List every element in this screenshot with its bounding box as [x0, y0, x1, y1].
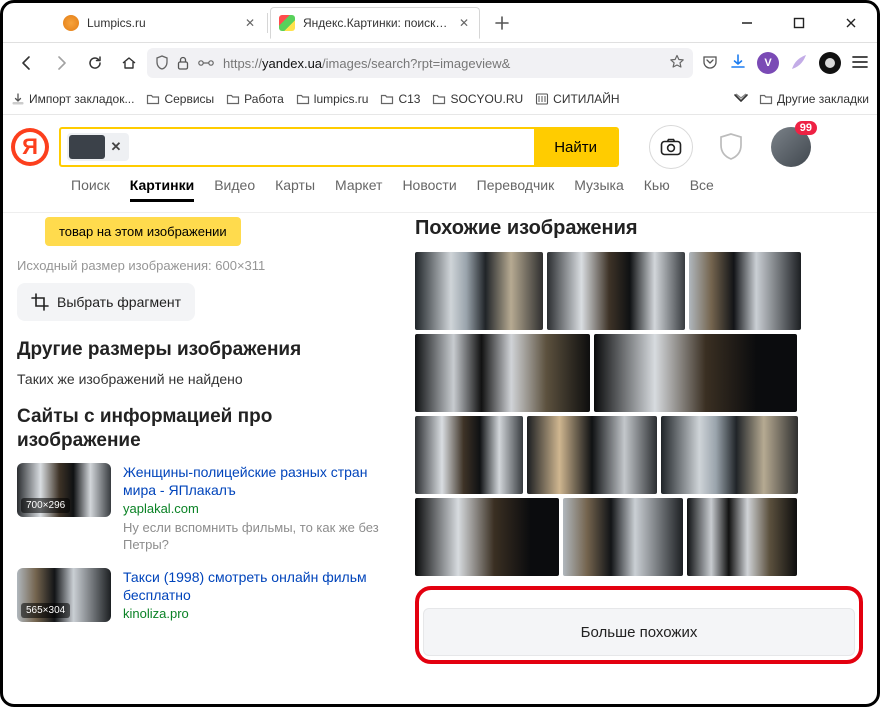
similar-image[interactable]	[594, 334, 797, 412]
bookmarks-other-folder[interactable]: Другие закладки	[759, 92, 869, 106]
window-close-button[interactable]	[837, 9, 865, 37]
window-minimize-button[interactable]	[733, 9, 761, 37]
product-chip[interactable]: товар на этом изображении	[45, 217, 241, 246]
site-thumb: 565×304	[17, 568, 111, 622]
browser-tab[interactable]: Lumpics.ru ✕	[55, 7, 265, 39]
nav-reload-button[interactable]	[79, 47, 111, 79]
similar-image[interactable]	[415, 334, 590, 412]
browser-urlbar: https://yandex.ua/images/search?rpt=imag…	[3, 43, 877, 83]
service-tab[interactable]: Видео	[214, 177, 255, 202]
search-by-image-icon[interactable]	[649, 125, 693, 169]
address-bar[interactable]: https://yandex.ua/images/search?rpt=imag…	[147, 48, 693, 78]
bookmark-folder[interactable]: C13	[380, 92, 420, 106]
bookmark-folder[interactable]: Работа	[226, 92, 284, 106]
search-thumb-image	[69, 135, 105, 159]
tab-favicon	[63, 15, 79, 31]
shield-icon	[155, 55, 169, 71]
site-title[interactable]: Женщины-полицейские разных стран мира - …	[123, 463, 397, 499]
hamburger-icon[interactable]	[851, 53, 869, 74]
thumb-size-label: 565×304	[21, 603, 70, 618]
site-title[interactable]: Такси (1998) смотреть онлайн фильм беспл…	[123, 568, 397, 604]
bookmarks-bar: Импорт закладок... Сервисы Работа lumpic…	[3, 83, 877, 115]
crop-icon	[31, 293, 49, 311]
window-maximize-button[interactable]	[785, 9, 813, 37]
tab-favicon	[279, 15, 295, 31]
shield-outline-icon[interactable]	[713, 129, 749, 165]
site-result[interactable]: 565×304 Такси (1998) смотреть онлайн фил…	[17, 568, 397, 622]
service-tab[interactable]: Кью	[644, 177, 670, 202]
yandex-services-tabs: Поиск Картинки Видео Карты Маркет Новост…	[3, 173, 877, 213]
bookmark-folder[interactable]: Сервисы	[146, 92, 214, 106]
bookmark-folder[interactable]: lumpics.ru	[296, 92, 369, 106]
nav-back-button[interactable]	[11, 47, 43, 79]
url-protocol: https://	[223, 56, 262, 71]
service-tab[interactable]: Маркет	[335, 177, 382, 202]
search-image-chip[interactable]: ✕	[61, 129, 129, 165]
site-desc: Ну если вспомнить фильмы, то как же без …	[123, 519, 397, 554]
notif-badge: 99	[795, 121, 817, 135]
similar-image[interactable]	[687, 498, 797, 576]
yandex-searchbox: ✕ Найти	[59, 127, 619, 167]
ext-v-icon[interactable]: V	[757, 52, 779, 74]
nav-forward-button[interactable]	[45, 47, 77, 79]
site-thumb: 700×296	[17, 463, 111, 517]
service-tab[interactable]: Музыка	[574, 177, 624, 202]
thumb-size-label: 700×296	[21, 498, 70, 513]
site-domain: kinoliza.pro	[123, 606, 397, 621]
search-input[interactable]	[129, 129, 534, 165]
more-similar-highlight: Больше похожих	[415, 586, 863, 664]
tracking-icon	[197, 57, 215, 69]
bookmark-item[interactable]: СИТИЛАЙН	[535, 92, 619, 106]
bookmarks-import[interactable]: Импорт закладок...	[11, 92, 134, 106]
similar-image[interactable]	[563, 498, 683, 576]
similar-image[interactable]	[415, 416, 523, 494]
bookmark-folder[interactable]: SOCYOU.RU	[432, 92, 523, 106]
sites-heading: Сайты с информацией про изображение	[17, 405, 397, 453]
service-tab[interactable]: Поиск	[71, 177, 110, 202]
more-similar-button[interactable]: Больше похожих	[423, 608, 855, 656]
other-sizes-text: Таких же изображений не найдено	[17, 371, 397, 387]
nav-home-button[interactable]	[113, 47, 145, 79]
service-tab[interactable]: Новости	[402, 177, 456, 202]
pocket-icon[interactable]	[701, 53, 719, 74]
tab-label: Lumpics.ru	[87, 16, 235, 30]
chip-remove-icon[interactable]: ✕	[105, 136, 127, 158]
other-sizes-heading: Другие размеры изображения	[17, 339, 397, 361]
yandex-header: Я ✕ Найти 99	[3, 115, 877, 173]
browser-tab-active[interactable]: Яндекс.Картинки: поиск по из ✕	[270, 7, 480, 39]
similar-image[interactable]	[689, 252, 801, 330]
similar-image[interactable]	[415, 498, 559, 576]
new-tab-button[interactable]	[488, 9, 516, 37]
similar-image[interactable]	[661, 416, 798, 494]
ext-dark-icon[interactable]	[819, 52, 841, 74]
crop-button[interactable]: Выбрать фрагмент	[17, 283, 195, 321]
feather-icon[interactable]	[789, 52, 809, 75]
site-result[interactable]: 700×296 Женщины-полицейские разных стран…	[17, 463, 397, 554]
browser-titlebar: Lumpics.ru ✕ Яндекс.Картинки: поиск по и…	[3, 3, 877, 43]
bookmark-star-icon[interactable]	[669, 54, 685, 73]
service-tab-active[interactable]: Картинки	[130, 177, 194, 202]
original-size-text: Исходный размер изображения: 600×311	[17, 254, 397, 277]
service-tab[interactable]: Карты	[275, 177, 315, 202]
url-path: /images/search?rpt=imageview&	[322, 56, 510, 71]
close-icon[interactable]: ✕	[243, 16, 257, 30]
close-icon[interactable]: ✕	[457, 16, 471, 30]
lock-icon	[177, 56, 189, 70]
download-icon[interactable]	[729, 53, 747, 74]
service-tab[interactable]: Все	[690, 177, 714, 202]
similar-image[interactable]	[547, 252, 685, 330]
similar-heading: Похожие изображения	[415, 217, 863, 240]
similar-image[interactable]	[415, 252, 543, 330]
bookmarks-overflow-icon[interactable]	[733, 92, 749, 106]
site-domain: yaplakal.com	[123, 501, 397, 516]
yandex-logo[interactable]: Я	[11, 128, 49, 166]
service-tab[interactable]: Переводчик	[477, 177, 555, 202]
tab-label: Яндекс.Картинки: поиск по из	[303, 16, 449, 30]
user-avatar[interactable]: 99	[771, 127, 811, 167]
similar-grid	[415, 252, 863, 576]
search-button[interactable]: Найти	[534, 129, 617, 165]
similar-image[interactable]	[527, 416, 657, 494]
url-host: yandex.ua	[262, 56, 322, 71]
